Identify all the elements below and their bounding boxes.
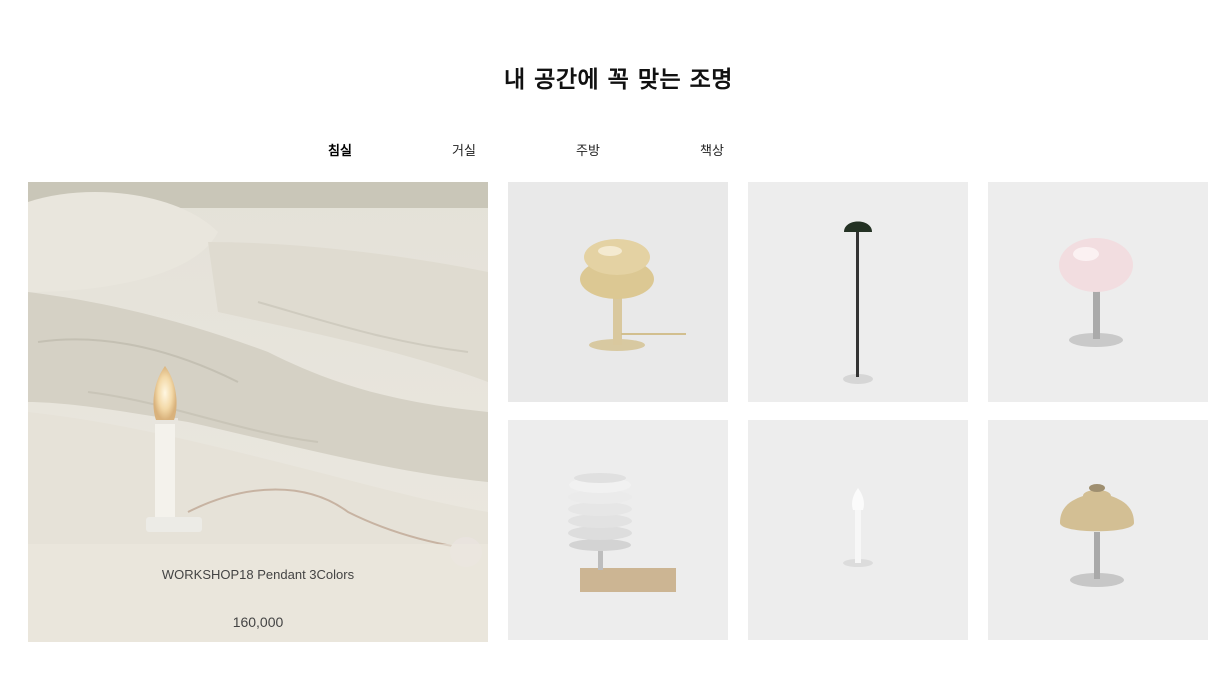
tab-desk[interactable]: 책상 (700, 140, 724, 159)
product-card[interactable] (988, 420, 1208, 640)
green-dome-floor-lamp-image (748, 182, 968, 402)
tab-living-room[interactable]: 거실 (452, 140, 476, 159)
tab-bedroom[interactable]: 침실 (328, 140, 352, 159)
product-card[interactable] (508, 182, 728, 402)
featured-product-name[interactable]: WORKSHOP18 Pendant 3Colors (28, 567, 488, 582)
pink-globe-lamp-image (988, 182, 1208, 402)
beige-dome-lamp-image (988, 420, 1208, 640)
product-card[interactable] (748, 420, 968, 640)
section-title: 내 공간에 꼭 맞는 조명 (504, 67, 733, 93)
product-card[interactable] (748, 182, 968, 402)
tab-kitchen[interactable]: 주방 (576, 140, 600, 159)
beige-mushroom-lamp-image (508, 182, 728, 402)
white-candle-lamp-image (748, 420, 968, 640)
featured-product-price: 160,000 (232, 614, 284, 630)
featured-product-card[interactable]: WORKSHOP18 Pendant 3Colors 160,000 (28, 182, 488, 642)
layered-silver-lamp-image (508, 420, 728, 640)
product-card[interactable] (988, 182, 1208, 402)
featured-product-caption: WORKSHOP18 Pendant 3Colors 160,000 (28, 544, 488, 642)
product-card[interactable] (508, 420, 728, 640)
